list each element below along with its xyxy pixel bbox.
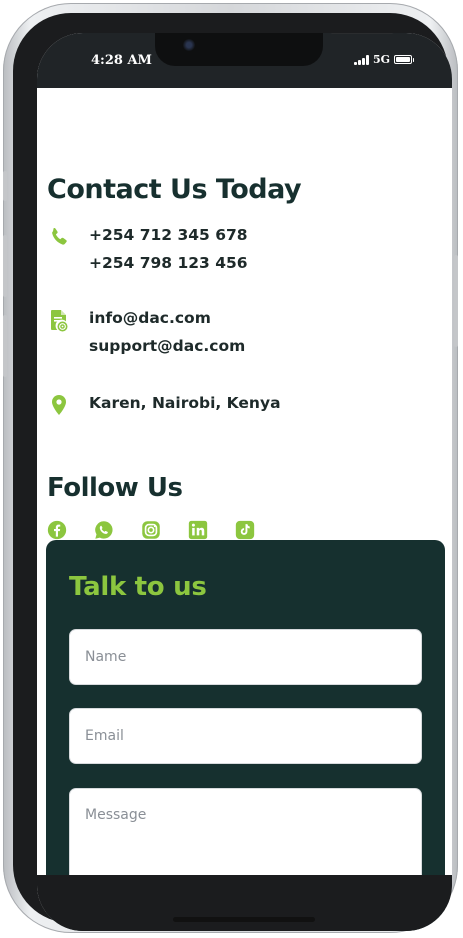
signal-icon <box>354 54 369 65</box>
facebook-icon[interactable] <box>47 520 67 540</box>
tiktok-icon[interactable] <box>235 520 255 540</box>
social-links <box>47 520 255 540</box>
location-text: Karen, Nairobi, Kenya <box>89 394 281 412</box>
side-button <box>3 171 7 201</box>
location-info: Karen, Nairobi, Kenya <box>47 389 281 417</box>
status-bar: 4:28 AM 5G <box>37 33 452 88</box>
bottom-bezel <box>37 875 452 931</box>
status-time: 4:28 AM <box>91 53 152 68</box>
phone-icon <box>52 227 67 245</box>
name-input[interactable] <box>69 629 422 685</box>
email-address-2[interactable]: support@dac.com <box>89 332 245 360</box>
volume-up-button <box>3 235 7 297</box>
instagram-icon[interactable] <box>141 520 161 540</box>
phone-screen: 4:28 AM 5G Contact Us Today +254 712 345… <box>37 33 452 931</box>
linkedin-icon[interactable] <box>188 520 208 540</box>
speaker <box>330 33 394 34</box>
email-list: info@dac.com support@dac.com <box>89 304 245 360</box>
phone-number-1[interactable]: +254 712 345 678 <box>89 221 248 249</box>
email-address-1[interactable]: info@dac.com <box>89 304 245 332</box>
follow-us-heading: Follow Us <box>47 473 183 503</box>
email-file-icon <box>51 310 68 332</box>
location-pin-icon <box>52 395 66 415</box>
status-icons: 5G <box>354 53 414 66</box>
email-input[interactable] <box>69 708 422 764</box>
phone-number-2[interactable]: +254 798 123 456 <box>89 249 248 277</box>
location-list: Karen, Nairobi, Kenya <box>89 389 281 417</box>
phone-info: +254 712 345 678 +254 798 123 456 <box>47 221 248 272</box>
contact-form-card: Talk to us <box>46 540 445 931</box>
notch <box>155 33 394 66</box>
page-title: Contact Us Today <box>47 174 302 205</box>
email-info: info@dac.com support@dac.com <box>47 304 245 355</box>
phone-list: +254 712 345 678 +254 798 123 456 <box>89 221 248 277</box>
front-camera-icon <box>183 39 195 51</box>
network-label: 5G <box>372 53 390 66</box>
phone-frame: 4:28 AM 5G Contact Us Today +254 712 345… <box>3 3 458 933</box>
home-indicator[interactable] <box>173 917 315 922</box>
whatsapp-icon[interactable] <box>94 520 114 540</box>
power-button <box>454 255 458 347</box>
volume-down-button <box>3 315 7 377</box>
page-content: Contact Us Today +254 712 345 678 +254 7… <box>37 88 452 931</box>
form-title: Talk to us <box>69 572 207 602</box>
battery-icon <box>394 55 414 64</box>
phone-bezel: 4:28 AM 5G Contact Us Today +254 712 345… <box>13 13 452 931</box>
